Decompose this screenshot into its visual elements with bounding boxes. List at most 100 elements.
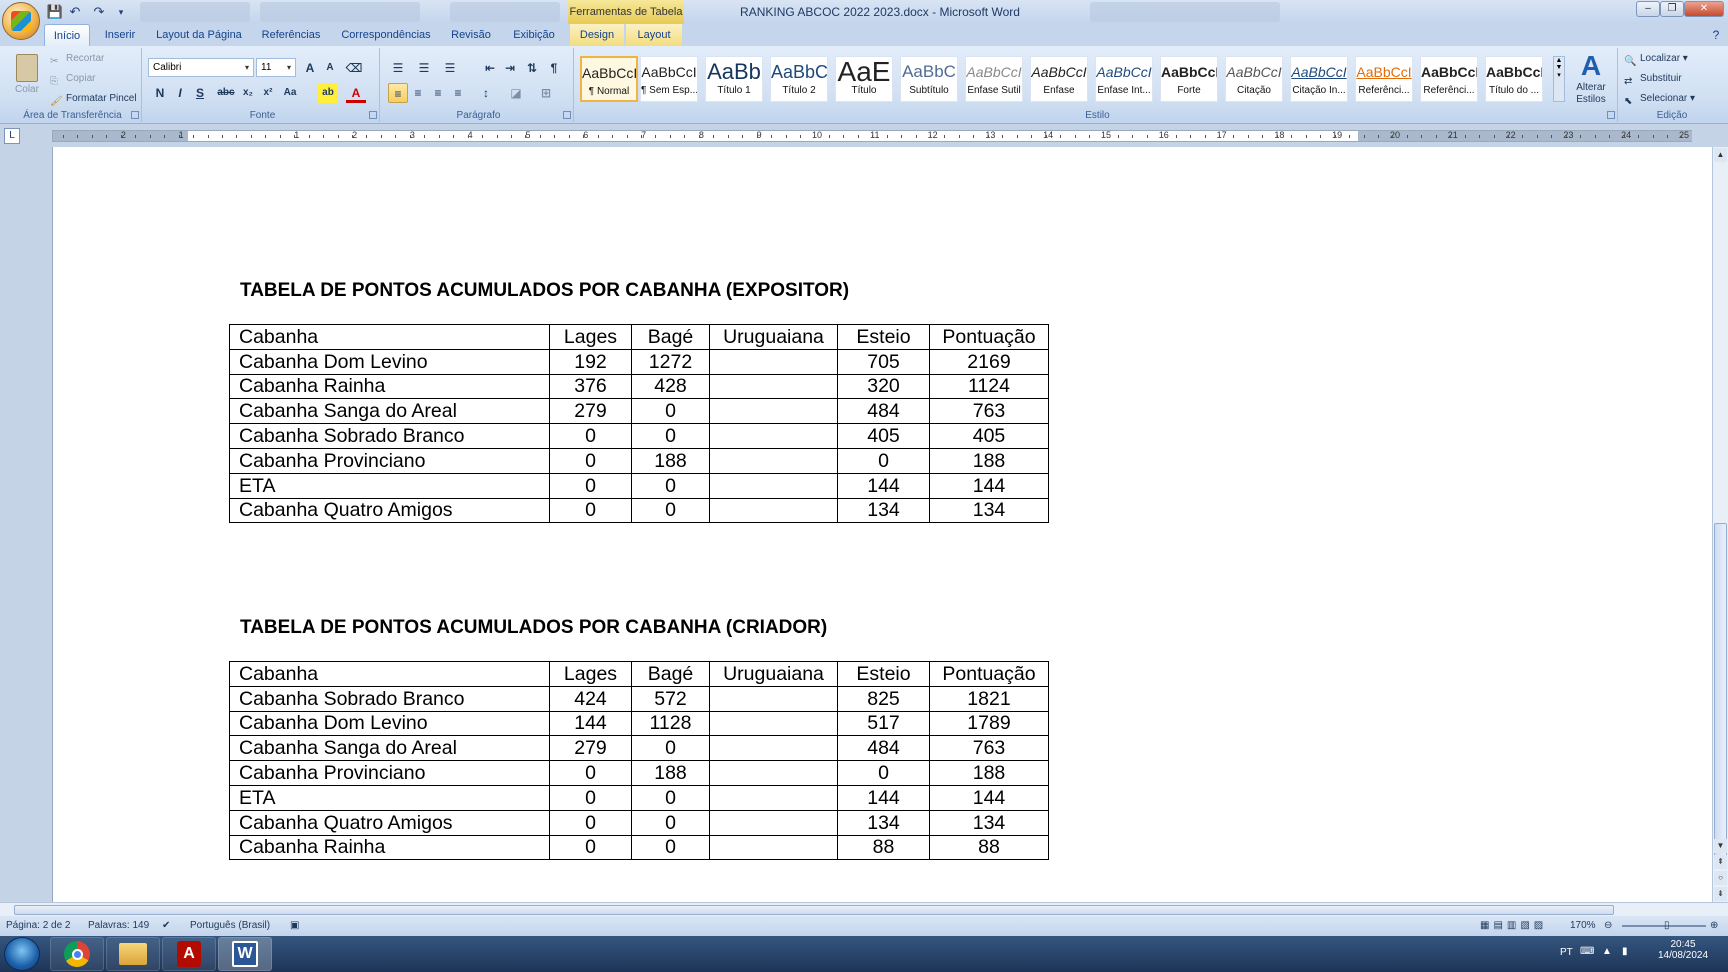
table-cell[interactable]: 0 [631,472,710,499]
table-cell[interactable]: Cabanha Dom Levino [229,348,550,375]
style-subtitulo[interactable]: AaBbC Subtítulo [900,56,958,102]
maximize-button[interactable]: ❐ [1660,1,1684,17]
keyboard-icon[interactable]: ⌨ [1580,946,1594,957]
network-icon[interactable]: ▮ [1622,946,1628,957]
paste-button[interactable]: Colar [10,52,44,104]
increase-indent-icon[interactable]: ⇥ [500,58,520,78]
table-cell[interactable]: Cabanha Dom Levino [229,710,550,737]
table-cell[interactable]: 705 [837,348,930,375]
zoom-level[interactable]: 170% [1570,916,1596,936]
table-cell[interactable]: 0 [549,447,632,474]
table-cell[interactable]: 134 [929,809,1049,836]
table-cell[interactable]: 320 [837,373,930,400]
style-titulo-livro[interactable]: AaBbCcI Título do ... [1485,56,1543,102]
hscroll-thumb[interactable] [14,905,1614,915]
table-cell[interactable]: 0 [631,423,710,449]
change-case-icon[interactable]: Aa [280,83,300,103]
start-button[interactable] [4,937,40,971]
style-enfase[interactable]: AaBbCcI Ênfase [1030,56,1088,102]
style-titulo-2[interactable]: AaBbC Título 2 [770,56,828,102]
table-cell[interactable]: 188 [929,447,1049,474]
save-icon[interactable]: 💾 [46,3,64,21]
table-cell[interactable]: 144 [837,784,930,811]
style-titulo[interactable]: AaE Título [835,56,893,102]
table-cell[interactable]: 0 [631,497,710,524]
table-cell[interactable]: 2169 [929,348,1049,375]
header-cell[interactable]: Bagé [631,324,710,350]
tab-layout-pagina[interactable]: Layout da Página [152,24,246,46]
sort-icon[interactable]: ⇅ [522,58,542,78]
table-cell[interactable] [709,398,838,425]
numbering-icon[interactable]: ☰ [414,58,434,78]
table-cell[interactable]: 0 [549,472,632,499]
table-cell[interactable]: 405 [837,423,930,449]
table-cell[interactable]: 428 [631,373,710,400]
borders-icon[interactable]: ⊞ [536,83,556,103]
tab-revisao[interactable]: Revisão [446,24,496,46]
shading-icon[interactable]: ◪ [506,83,526,103]
tab-inserir[interactable]: Inserir [96,24,144,46]
header-cell[interactable]: Esteio [837,661,930,687]
table-cell[interactable]: 88 [837,834,930,861]
table-cell[interactable]: 279 [549,735,632,762]
zoom-out-icon[interactable]: ⊖ [1604,916,1612,936]
table-cell[interactable]: 134 [837,809,930,836]
font-color-icon[interactable]: A [346,83,366,103]
tab-design[interactable]: Design [570,24,624,46]
highlight-icon[interactable]: ab [318,83,338,103]
table-cell[interactable]: 405 [929,423,1049,449]
table-cell[interactable]: 0 [549,834,632,861]
office-button[interactable] [2,2,40,40]
view-buttons[interactable]: ▦▤▥▧▨ [1480,916,1547,936]
table-cell[interactable]: 0 [549,784,632,811]
previous-page-icon[interactable]: ⇞ [1714,855,1727,869]
clock[interactable]: 20:45 14/08/2024 [1648,939,1718,961]
vertical-scrollbar[interactable]: ▲ ▼ ⇞ ○ ⇟ [1712,147,1728,902]
select-button[interactable]: ⬉ Selecionar ▾ [1622,90,1695,108]
header-cell[interactable]: Cabanha [229,324,550,350]
zoom-in-icon[interactable]: ⊕ [1710,916,1718,936]
cut-button[interactable]: ✂ Recortar [48,50,104,68]
table-cell[interactable] [709,710,838,737]
table-cell[interactable]: 0 [631,735,710,762]
table-cell[interactable]: 279 [549,398,632,425]
bold-icon[interactable]: N [150,83,170,103]
table-cell[interactable]: Cabanha Sobrado Branco [229,423,550,449]
table-cell[interactable]: 0 [631,398,710,425]
table-cell[interactable]: 192 [549,348,632,375]
language-indicator[interactable]: PT [1560,947,1573,958]
header-cell[interactable]: Bagé [631,661,710,687]
table-cell[interactable] [709,373,838,400]
criador-table[interactable]: Cabanha Lages Bagé Uruguaiana Esteio Pontuaçã… [229,661,1049,861]
style-forte[interactable]: AaBbCcI Forte [1160,56,1218,102]
table-cell[interactable]: 1821 [929,685,1049,712]
table-cell[interactable] [709,784,838,811]
zoom-slider-thumb[interactable]: ▯ [1664,916,1670,936]
underline-icon[interactable]: S [190,83,210,103]
superscript-icon[interactable]: x² [258,83,278,103]
table-cell[interactable]: 134 [929,497,1049,524]
table-cell[interactable]: 484 [837,398,930,425]
header-cell[interactable]: Pontuação [929,661,1049,687]
shrink-font-icon[interactable]: A [320,58,340,78]
header-cell[interactable]: Cabanha [229,661,550,687]
header-cell[interactable]: Lages [549,661,632,687]
table-cell[interactable] [709,497,838,524]
style-referencia-sutil[interactable]: AaBbCcI Referênci... [1355,56,1413,102]
table-cell[interactable] [709,472,838,499]
scroll-thumb[interactable] [1714,523,1727,863]
tab-referencias[interactable]: Referências [256,24,326,46]
replace-button[interactable]: ⇄ Substituir [1622,70,1682,88]
table-cell[interactable]: 0 [549,809,632,836]
style-citacao[interactable]: AaBbCcI Citação [1225,56,1283,102]
find-button[interactable]: 🔍 Localizar ▾ [1622,50,1688,68]
style-enfase-intensa[interactable]: AaBbCcI Ênfase Int... [1095,56,1153,102]
header-cell[interactable]: Esteio [837,324,930,350]
header-cell[interactable]: Uruguaiana [709,324,838,350]
tab-exibicao[interactable]: Exibição [506,24,562,46]
browse-object-icon[interactable]: ○ [1714,871,1727,885]
header-cell[interactable]: Pontuação [929,324,1049,350]
table-cell[interactable]: 1272 [631,348,710,375]
table-cell[interactable]: 763 [929,735,1049,762]
style-referencia-intensa[interactable]: AaBbCcI Referênci... [1420,56,1478,102]
